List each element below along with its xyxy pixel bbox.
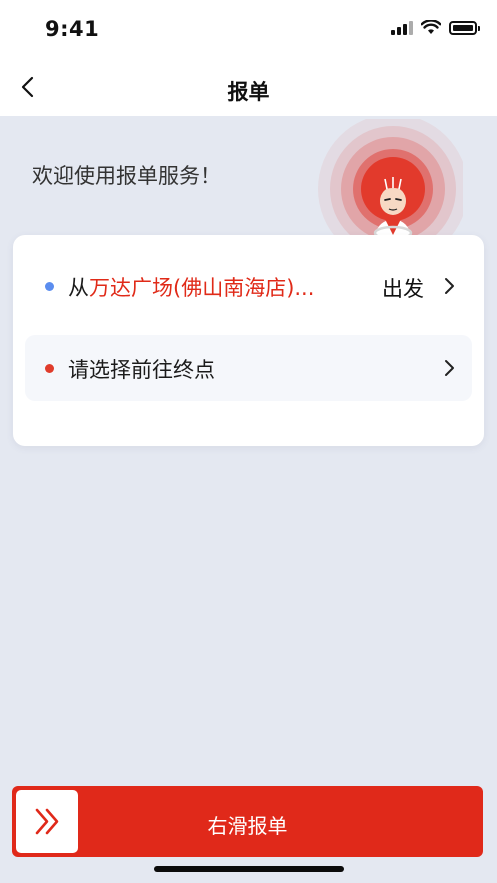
rider-avatar-icon [373,177,413,241]
cellular-signal-icon [391,20,413,35]
start-location-text: 从万达广场(佛山南海店)... [68,272,314,302]
status-icons [391,20,480,35]
page-title: 报单 [227,80,270,104]
wifi-icon [421,20,441,34]
status-bar: 9:41 [0,0,497,60]
depart-label: 出发 [382,277,424,301]
home-indicator [154,866,344,872]
destination-row[interactable]: 请选择前往终点 [25,335,472,401]
chevron-right-icon [445,278,454,294]
start-dot [45,282,54,291]
welcome-text: 欢迎使用报单服务！ [32,164,221,188]
status-time: 9:41 [45,17,100,41]
start-location-row[interactable]: 从万达广场(佛山南海店)... 出发 [25,253,472,319]
slide-to-report-slider[interactable]: 右滑报单 [12,786,483,857]
end-dot [45,364,54,373]
route-card: 从万达广场(佛山南海店)... 出发 请选择前往终点 [13,235,484,446]
battery-icon [449,20,480,35]
start-location-name: 万达广场(佛山南海店)... [89,276,315,300]
destination-placeholder: 请选择前往终点 [68,358,215,382]
slider-label: 右滑报单 [207,814,288,838]
start-prefix: 从 [68,276,89,300]
chevron-right-icon [445,360,454,376]
nav-bar: 报单 [0,60,497,116]
